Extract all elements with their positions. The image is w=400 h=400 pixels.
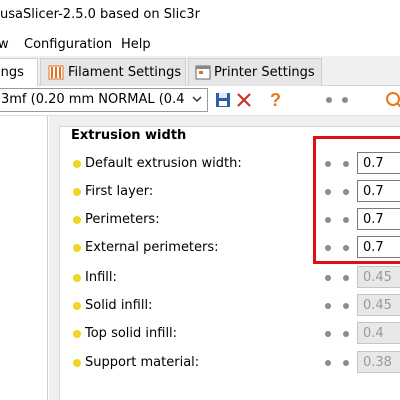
page-tree-panel[interactable] bbox=[0, 116, 48, 400]
infill-width-input: 0.45 bbox=[357, 266, 400, 288]
setting-label: Solid infill: bbox=[85, 298, 153, 313]
tab-filament-settings[interactable]: Filament Settings bbox=[40, 58, 186, 86]
setting-label: Infill: bbox=[85, 270, 117, 285]
setting-label: Default extrusion width: bbox=[85, 156, 242, 171]
save-icon[interactable] bbox=[213, 90, 233, 110]
setting-mode-dot bbox=[326, 97, 332, 103]
status-bullet-icon bbox=[73, 188, 81, 196]
setting-label: Perimeters: bbox=[85, 212, 160, 227]
top-solid-infill-width-input: 0.4 bbox=[357, 322, 400, 344]
status-bullet-icon bbox=[73, 244, 81, 252]
status-bullet-icon bbox=[73, 302, 81, 310]
status-bullet-icon bbox=[73, 330, 81, 338]
tab-printer-settings-label: Printer Settings bbox=[214, 65, 315, 80]
highlight-box bbox=[313, 136, 400, 264]
lock-dot-icon[interactable] bbox=[325, 331, 331, 337]
lock-dot-icon[interactable] bbox=[325, 303, 331, 309]
preset-combo-value: 3mf (0.20 mm NORMAL (0.4 mm bbox=[1, 92, 187, 107]
menu-help[interactable]: Help bbox=[121, 37, 151, 52]
status-bullet-icon bbox=[73, 216, 81, 224]
settings-tab-bar: ings Filament Settings Printer Settings bbox=[0, 56, 400, 86]
setting-label: First layer: bbox=[85, 184, 154, 199]
status-bullet-icon bbox=[73, 160, 81, 168]
tab-filament-settings-label: Filament Settings bbox=[68, 65, 182, 80]
window-title: usaSlicer-2.5.0 based on Slic3r bbox=[0, 7, 200, 22]
status-bullet-icon bbox=[73, 359, 81, 367]
section-title: Extrusion width bbox=[69, 128, 189, 143]
setting-label: Top solid infill: bbox=[85, 326, 178, 341]
setting-mode-dot bbox=[342, 97, 348, 103]
setting-label: Support material: bbox=[85, 355, 200, 370]
printer-icon bbox=[195, 65, 211, 80]
tab-print-settings-label: ings bbox=[0, 65, 24, 80]
reset-dot-icon[interactable] bbox=[343, 331, 349, 337]
menu-bar: w Configuration Help bbox=[0, 34, 400, 56]
solid-infill-width-input: 0.45 bbox=[357, 294, 400, 316]
menu-window[interactable]: w bbox=[0, 37, 9, 52]
lock-dot-icon[interactable] bbox=[325, 360, 331, 366]
support-material-width-input: 0.38 bbox=[357, 351, 400, 373]
title-bar: usaSlicer-2.5.0 based on Slic3r bbox=[0, 0, 400, 30]
filament-spool-icon bbox=[48, 65, 64, 80]
menu-configuration[interactable]: Configuration bbox=[24, 37, 112, 52]
svg-text:?: ? bbox=[270, 90, 281, 110]
lock-dot-icon[interactable] bbox=[325, 275, 331, 281]
reset-dot-icon[interactable] bbox=[343, 360, 349, 366]
help-icon[interactable]: ? bbox=[266, 90, 286, 110]
reset-dot-icon[interactable] bbox=[343, 303, 349, 309]
preset-bar: 3mf (0.20 mm NORMAL (0.4 mm ? bbox=[0, 86, 400, 116]
setting-label: External perimeters: bbox=[85, 240, 219, 255]
status-bullet-icon bbox=[73, 274, 81, 282]
tab-printer-settings[interactable]: Printer Settings bbox=[188, 58, 322, 86]
preset-combo[interactable]: 3mf (0.20 mm NORMAL (0.4 mm bbox=[0, 88, 208, 112]
search-icon[interactable] bbox=[384, 90, 400, 110]
delete-icon[interactable] bbox=[234, 90, 254, 110]
dropdown-arrow-icon bbox=[191, 93, 203, 105]
tab-print-settings[interactable]: ings bbox=[0, 58, 38, 86]
reset-dot-icon[interactable] bbox=[343, 275, 349, 281]
